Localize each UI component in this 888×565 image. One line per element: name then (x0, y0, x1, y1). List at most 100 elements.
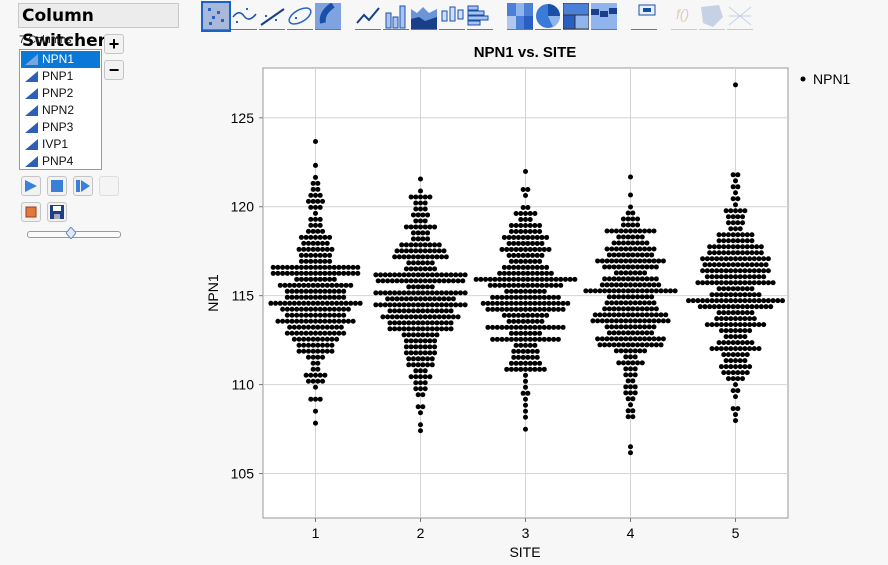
data-point[interactable] (403, 338, 409, 344)
data-point[interactable] (315, 300, 321, 306)
data-point[interactable] (439, 254, 445, 260)
data-point[interactable] (628, 390, 633, 396)
data-point[interactable] (618, 258, 624, 264)
data-point[interactable] (331, 312, 337, 318)
data-point[interactable] (695, 280, 701, 286)
data-point[interactable] (523, 336, 528, 342)
data-point[interactable] (616, 234, 622, 240)
data-point[interactable] (740, 304, 746, 310)
data-point[interactable] (723, 298, 729, 304)
data-point[interactable] (422, 224, 428, 230)
data-point[interactable] (630, 396, 636, 402)
data-point[interactable] (336, 264, 342, 270)
data-point[interactable] (525, 318, 531, 324)
data-point[interactable] (320, 336, 326, 342)
data-point[interactable] (611, 252, 617, 258)
data-point[interactable] (541, 288, 547, 294)
data-point[interactable] (450, 314, 456, 320)
data-point[interactable] (322, 234, 328, 240)
data-point[interactable] (532, 246, 538, 252)
data-point[interactable] (635, 264, 641, 270)
data-point[interactable] (432, 242, 438, 248)
data-point[interactable] (436, 242, 442, 248)
data-point[interactable] (427, 344, 433, 350)
data-point[interactable] (740, 286, 746, 292)
data-point[interactable] (751, 292, 757, 298)
data-point[interactable] (618, 246, 624, 252)
y-axis-label[interactable]: NPN1 (205, 274, 221, 312)
data-point[interactable] (523, 372, 528, 378)
data-point[interactable] (401, 332, 407, 338)
data-point[interactable] (324, 324, 330, 330)
data-point[interactable] (606, 330, 612, 336)
data-point[interactable] (602, 276, 608, 282)
data-point[interactable] (513, 246, 519, 252)
data-point[interactable] (725, 232, 731, 238)
data-point[interactable] (744, 250, 750, 256)
data-point[interactable] (457, 302, 463, 308)
data-point[interactable] (289, 264, 295, 270)
data-point[interactable] (418, 338, 423, 344)
data-point[interactable] (313, 204, 318, 210)
data-point[interactable] (628, 204, 633, 210)
data-point[interactable] (317, 306, 323, 312)
data-point[interactable] (432, 248, 438, 254)
data-point[interactable] (744, 304, 750, 310)
data-point[interactable] (704, 298, 710, 304)
data-point[interactable] (513, 342, 519, 348)
data-point[interactable] (704, 268, 710, 274)
data-point[interactable] (620, 240, 626, 246)
data-point[interactable] (315, 348, 321, 354)
data-point[interactable] (613, 246, 619, 252)
data-point[interactable] (728, 292, 734, 298)
data-point[interactable] (754, 250, 760, 256)
data-point[interactable] (518, 216, 524, 222)
data-point[interactable] (298, 294, 304, 300)
data-point[interactable] (532, 306, 538, 312)
data-point[interactable] (718, 280, 724, 286)
data-point[interactable] (382, 272, 388, 278)
data-point[interactable] (320, 282, 326, 288)
data-point[interactable] (331, 276, 337, 282)
data-point[interactable] (313, 138, 318, 144)
data-point[interactable] (630, 378, 636, 384)
data-point[interactable] (644, 252, 650, 258)
data-point[interactable] (315, 354, 321, 360)
data-point[interactable] (508, 300, 514, 306)
data-point[interactable] (740, 214, 746, 220)
data-point[interactable] (735, 352, 741, 358)
data-point[interactable] (315, 228, 321, 234)
data-point[interactable] (744, 232, 750, 238)
data-point[interactable] (382, 302, 388, 308)
data-point[interactable] (513, 288, 519, 294)
data-point[interactable] (618, 282, 624, 288)
data-point[interactable] (313, 372, 318, 378)
data-point[interactable] (487, 276, 493, 282)
data-point[interactable] (737, 316, 743, 322)
data-point[interactable] (331, 318, 337, 324)
data-point[interactable] (546, 336, 552, 342)
data-point[interactable] (320, 240, 326, 246)
data-point[interactable] (672, 288, 678, 294)
data-point[interactable] (508, 228, 514, 234)
data-point[interactable] (294, 270, 300, 276)
data-point[interactable] (284, 312, 290, 318)
data-point[interactable] (317, 330, 323, 336)
data-point[interactable] (548, 282, 554, 288)
data-point[interactable] (749, 250, 755, 256)
data-point[interactable] (434, 326, 440, 332)
data-point[interactable] (338, 282, 344, 288)
data-point[interactable] (735, 304, 741, 310)
data-point[interactable] (494, 306, 500, 312)
data-point[interactable] (418, 410, 423, 416)
data-point[interactable] (733, 178, 738, 184)
data-point[interactable] (348, 300, 354, 306)
data-point[interactable] (632, 246, 638, 252)
data-point[interactable] (525, 270, 531, 276)
data-point[interactable] (413, 200, 419, 206)
data-point[interactable] (716, 286, 722, 292)
data-point[interactable] (628, 258, 633, 264)
data-point[interactable] (294, 288, 300, 294)
data-point[interactable] (284, 270, 290, 276)
data-point[interactable] (418, 386, 423, 392)
